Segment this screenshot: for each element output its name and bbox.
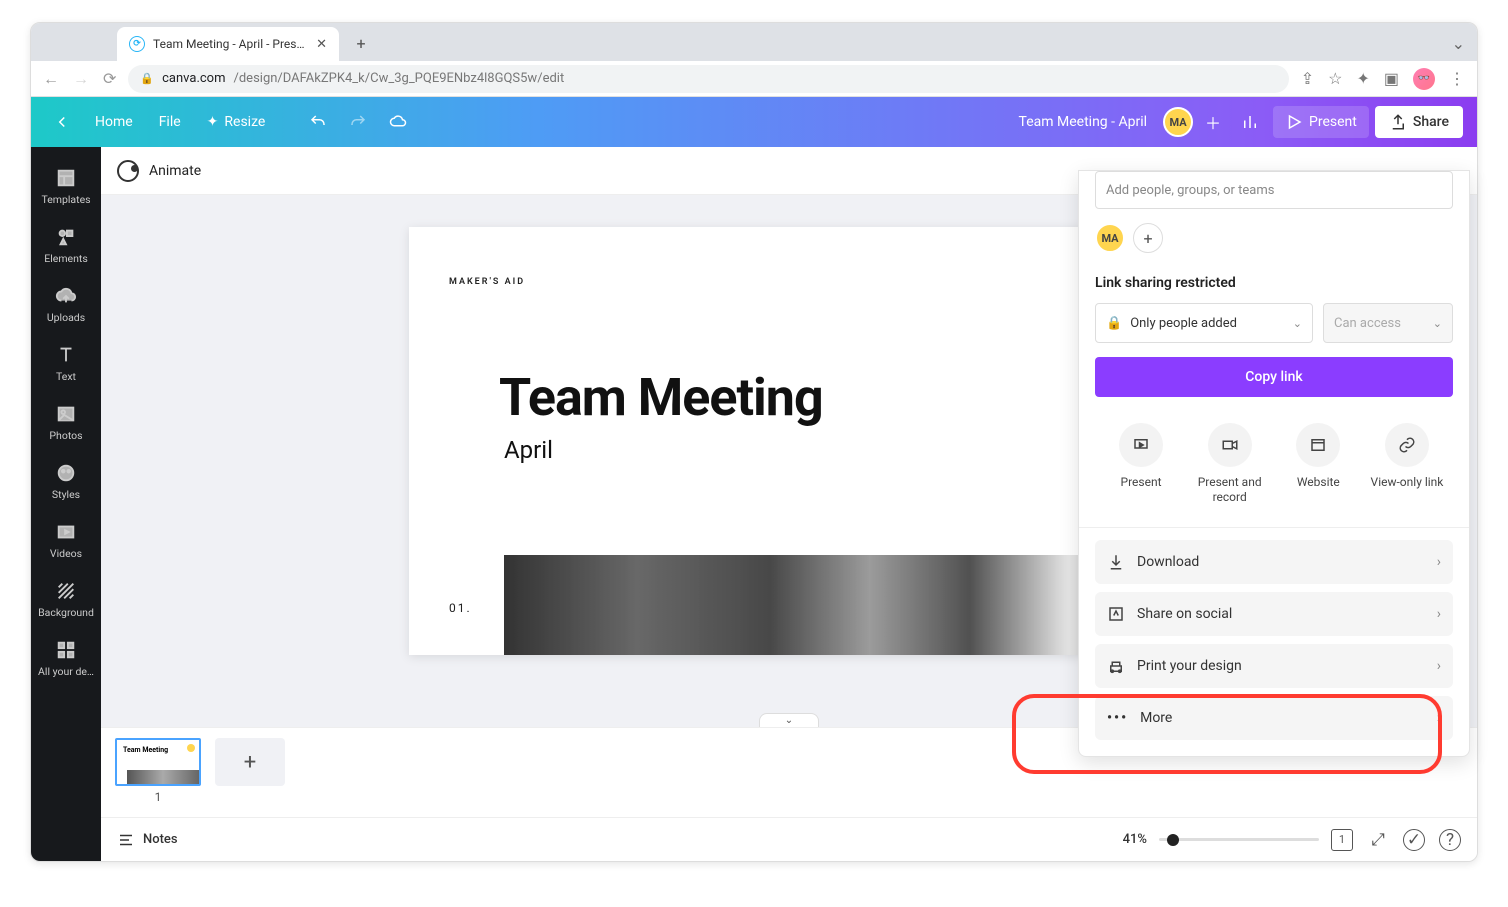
share-people-input[interactable]: Add people, groups, or teams: [1095, 171, 1453, 209]
document-title[interactable]: Team Meeting - April: [1019, 114, 1147, 130]
app-header: Home File ✦Resize Team Meeting - April M…: [31, 97, 1477, 147]
chevron-down-icon: ⌄: [1433, 317, 1442, 330]
add-slide-button[interactable]: +: [215, 738, 285, 786]
link-permission-select[interactable]: 🔒 Only people added ⌄: [1095, 303, 1313, 343]
rail-elements[interactable]: Elements: [31, 216, 101, 275]
print-design-option[interactable]: Print your design ›: [1095, 644, 1453, 688]
kebab-menu-icon[interactable]: ⋮: [1449, 69, 1465, 88]
insights-icon[interactable]: [1233, 107, 1267, 137]
zoom-value: 41%: [1123, 832, 1147, 847]
resize-button[interactable]: ✦Resize: [197, 108, 276, 136]
close-tab-icon[interactable]: ✕: [316, 37, 327, 52]
sidepanel-icon[interactable]: ▣: [1384, 69, 1399, 88]
address-bar: ← → ⟳ 🔒 canva.com/design/DAFAkZPK4_k/Cw_…: [31, 61, 1477, 97]
refresh-icon[interactable]: ⟳: [103, 69, 116, 88]
link-status-label: Link sharing restricted: [1095, 275, 1453, 291]
present-button[interactable]: Present: [1273, 106, 1369, 138]
share-present[interactable]: Present: [1101, 423, 1181, 505]
chevron-right-icon: ›: [1437, 554, 1441, 570]
grid-view-icon[interactable]: 1: [1331, 829, 1353, 851]
chevron-down-icon: ⌄: [1293, 317, 1302, 330]
slide-image[interactable]: [504, 555, 1169, 655]
browser-tab[interactable]: ⟳ Team Meeting - April - Present ✕: [117, 27, 339, 61]
add-member-button[interactable]: ＋: [1199, 108, 1227, 136]
share-view-only-link[interactable]: View-only link: [1367, 423, 1447, 505]
extensions-icon[interactable]: ✦: [1356, 69, 1369, 88]
chevron-right-icon: ›: [1437, 658, 1441, 674]
status-bar: Notes 41% 1 ⤢ ✓ ?: [101, 817, 1477, 861]
bookmark-icon[interactable]: ☆: [1328, 69, 1342, 88]
slide-page-number: 01.: [449, 601, 472, 615]
check-icon[interactable]: ✓: [1403, 829, 1425, 851]
tool-rail: Templates Elements Uploads Text Photos S…: [31, 147, 101, 861]
fullscreen-icon[interactable]: ⤢: [1367, 829, 1389, 851]
share-button[interactable]: Share: [1375, 106, 1463, 138]
home-button[interactable]: Home: [85, 108, 143, 136]
forward-icon[interactable]: →: [73, 69, 89, 89]
slide-thumbnail[interactable]: Team Meeting: [115, 738, 201, 786]
slide-subtitle[interactable]: April: [504, 436, 1109, 464]
profile-avatar-icon[interactable]: 👓: [1413, 68, 1435, 90]
url-input[interactable]: 🔒 canva.com/design/DAFAkZPK4_k/Cw_3g_PQE…: [128, 65, 1288, 93]
rail-styles[interactable]: Styles: [31, 452, 101, 511]
more-option[interactable]: ••• More ›: [1095, 696, 1453, 740]
present-icon: [1119, 423, 1163, 467]
share-present-record[interactable]: Present and record: [1190, 423, 1270, 505]
shared-user-avatar[interactable]: MA: [1095, 223, 1125, 253]
user-avatar[interactable]: MA: [1163, 107, 1193, 137]
new-tab-button[interactable]: +: [347, 29, 375, 57]
record-icon: [1208, 423, 1252, 467]
file-menu[interactable]: File: [149, 108, 191, 136]
tab-title: Team Meeting - April - Present: [153, 37, 308, 51]
add-person-button[interactable]: +: [1133, 223, 1163, 253]
notes-button[interactable]: Notes: [117, 831, 178, 849]
rail-uploads[interactable]: Uploads: [31, 275, 101, 334]
rail-text[interactable]: Text: [31, 334, 101, 393]
lock-icon: 🔒: [1106, 316, 1122, 331]
zoom-slider[interactable]: [1159, 838, 1319, 841]
url-domain: canva.com: [162, 71, 225, 86]
download-option[interactable]: Download ›: [1095, 540, 1453, 584]
ellipsis-icon: •••: [1107, 710, 1128, 726]
share-panel: Add people, groups, or teams MA + Link s…: [1078, 170, 1470, 757]
rail-photos[interactable]: Photos: [31, 393, 101, 452]
share-website[interactable]: Website: [1278, 423, 1358, 505]
back-icon[interactable]: ←: [43, 69, 59, 89]
chevron-right-icon: ›: [1437, 710, 1441, 726]
link-icon: [1385, 423, 1429, 467]
rail-background[interactable]: Background: [31, 570, 101, 629]
thumb-number: 1: [115, 790, 201, 804]
back-button[interactable]: [45, 107, 79, 137]
lock-icon: 🔒: [140, 72, 154, 85]
cloud-sync-icon[interactable]: [381, 107, 415, 137]
slide-brand: MAKER'S AID: [449, 277, 1109, 287]
tab-overflow-icon[interactable]: ⌄: [1440, 34, 1477, 61]
copy-link-button[interactable]: Copy link: [1095, 357, 1453, 397]
help-icon[interactable]: ?: [1439, 829, 1461, 851]
share-on-social-option[interactable]: Share on social ›: [1095, 592, 1453, 636]
url-path: /design/DAFAkZPK4_k/Cw_3g_PQE9ENbz4l8GQS…: [233, 71, 564, 86]
slide[interactable]: MAKER'S AID Team Meeting April 01.: [409, 227, 1169, 655]
undo-icon[interactable]: [301, 107, 335, 137]
canva-favicon-icon: ⟳: [129, 36, 145, 52]
slide-title[interactable]: Team Meeting: [499, 367, 1109, 428]
animate-button[interactable]: Animate: [149, 163, 201, 179]
rail-videos[interactable]: Videos: [31, 511, 101, 570]
redo-icon[interactable]: [341, 107, 375, 137]
chevron-right-icon: ›: [1437, 606, 1441, 622]
rail-all-designs[interactable]: All your de…: [31, 629, 101, 688]
collapse-footer-icon[interactable]: ⌄: [759, 713, 819, 727]
share-url-icon[interactable]: ⇪: [1301, 69, 1314, 88]
animate-icon: [117, 160, 139, 182]
rail-templates[interactable]: Templates: [31, 157, 101, 216]
website-icon: [1296, 423, 1340, 467]
access-level-select: Can access ⌄: [1323, 303, 1453, 343]
tab-strip: ⟳ Team Meeting - April - Present ✕ + ⌄: [31, 23, 1477, 61]
